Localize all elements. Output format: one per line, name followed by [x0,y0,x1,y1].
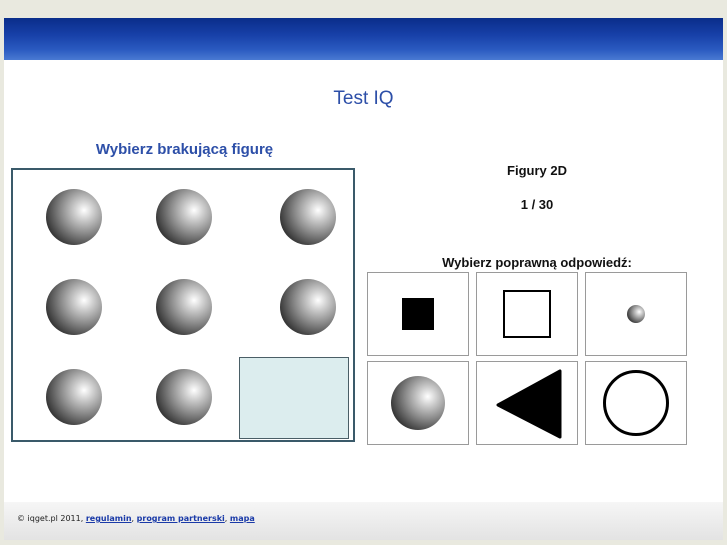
sphere-icon [156,369,212,425]
copyright-text: © iqget.pl 2011, [17,514,84,523]
puzzle-grid [11,168,355,442]
puzzle-cell [129,176,239,258]
filled-square-icon [402,298,434,330]
triangle-icon [496,369,562,439]
puzzle-cell [19,176,129,258]
sphere-icon [156,189,212,245]
answer-option-2[interactable] [476,272,578,356]
page-title: Test IQ [333,88,394,109]
partner-program-link[interactable]: program partnerski [137,514,225,523]
puzzle-instruction: Wybierz brakującą figurę [95,141,274,158]
puzzle-cell [129,356,239,438]
sitemap-link[interactable]: mapa [230,514,255,523]
puzzle-cell [19,266,129,348]
terms-link[interactable]: regulamin [86,514,132,523]
puzzle-cell [19,356,129,438]
footer-text: © iqget.pl 2011, regulamin, program part… [17,514,255,523]
outline-circle-icon [603,370,669,436]
sphere-icon [280,279,336,335]
puzzle-cell [253,266,363,348]
outline-square-icon [503,290,551,338]
answer-prompt: Wybierz poprawną odpowiedź: [442,255,632,270]
category-label: Figury 2D [507,163,567,178]
answer-option-4[interactable] [367,361,469,445]
sphere-icon [156,279,212,335]
sphere-icon [46,279,102,335]
sphere-icon [46,369,102,425]
answer-option-5[interactable] [476,361,578,445]
sphere-icon [46,189,102,245]
small-sphere-icon [627,305,645,323]
puzzle-cell [129,266,239,348]
puzzle-cell [253,176,363,258]
sphere-icon [391,376,445,430]
answer-option-3[interactable] [585,272,687,356]
missing-figure-slot[interactable] [239,357,349,439]
answer-option-1[interactable] [367,272,469,356]
top-banner [4,18,723,60]
sphere-icon [280,189,336,245]
question-counter: 1 / 30 [520,197,554,212]
answer-option-6[interactable] [585,361,687,445]
